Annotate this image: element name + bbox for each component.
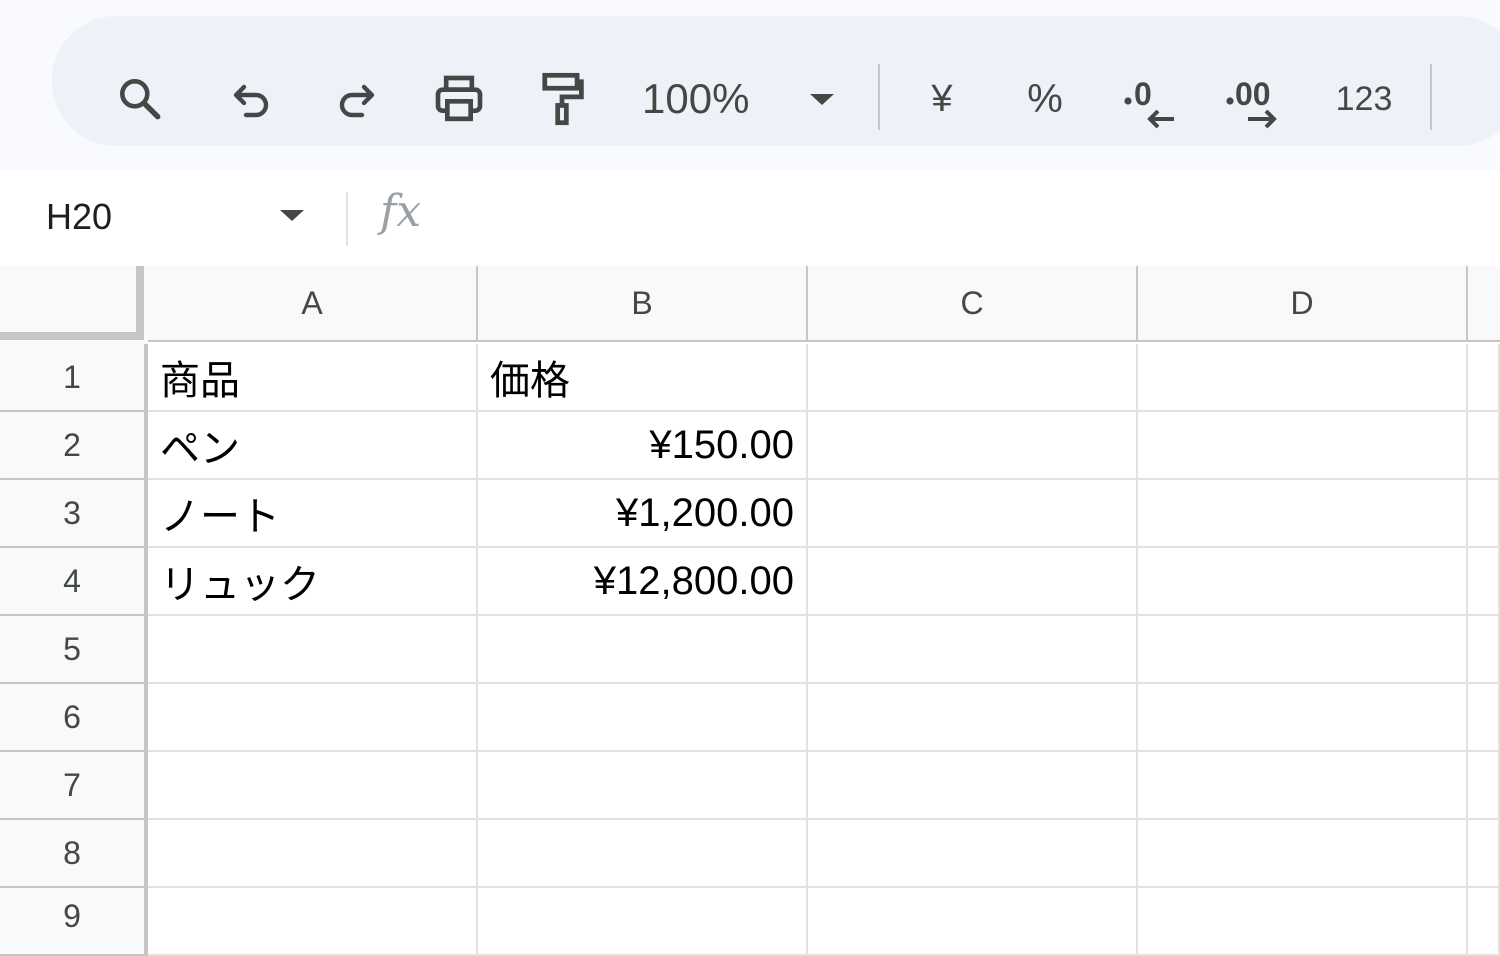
cell-c6[interactable] bbox=[808, 684, 1138, 752]
number-format-label: 123 bbox=[1335, 79, 1393, 118]
cell-a9[interactable] bbox=[148, 888, 478, 956]
column-header-b[interactable]: B bbox=[478, 266, 808, 342]
cell-d5[interactable] bbox=[1138, 616, 1468, 684]
column-header-d[interactable]: D bbox=[1138, 266, 1468, 342]
cell-b8[interactable] bbox=[478, 820, 808, 888]
cell-b9[interactable] bbox=[478, 888, 808, 956]
column-header-e[interactable] bbox=[1468, 266, 1500, 342]
cell-e6[interactable] bbox=[1468, 684, 1500, 752]
main-toolbar: 100% ¥ % 0 00 123 bbox=[52, 16, 1500, 146]
column-header-c[interactable]: C bbox=[808, 266, 1138, 342]
search-icon[interactable] bbox=[112, 66, 168, 132]
cell-c5[interactable] bbox=[808, 616, 1138, 684]
cell-a7[interactable] bbox=[148, 752, 478, 820]
spreadsheet-grid: A B C D 1 2 3 4 5 6 7 8 9 商品 価格 ペン ¥150.00 ノ… bbox=[0, 266, 1500, 956]
fx-icon: fx bbox=[380, 186, 422, 237]
currency-symbol: ¥ bbox=[931, 77, 953, 120]
cell-d8[interactable] bbox=[1138, 820, 1468, 888]
cell-d3[interactable] bbox=[1138, 480, 1468, 548]
cell-c4[interactable] bbox=[808, 548, 1138, 616]
name-box-dropdown-icon[interactable] bbox=[280, 210, 304, 221]
undo-icon[interactable] bbox=[224, 66, 280, 132]
percent-format-button[interactable]: % bbox=[1022, 66, 1068, 132]
increase-decimal-icon[interactable]: 00 bbox=[1224, 66, 1288, 132]
cell-d1[interactable] bbox=[1138, 344, 1468, 412]
row-header-4[interactable]: 4 bbox=[0, 548, 148, 616]
cell-c9[interactable] bbox=[808, 888, 1138, 956]
cell-a5[interactable] bbox=[148, 616, 478, 684]
formula-input[interactable] bbox=[450, 188, 1490, 248]
svg-text:0: 0 bbox=[1134, 76, 1152, 112]
cell-b2[interactable]: ¥150.00 bbox=[478, 412, 808, 480]
cell-d7[interactable] bbox=[1138, 752, 1468, 820]
cell-e5[interactable] bbox=[1468, 616, 1500, 684]
zoom-value: 100% bbox=[642, 75, 750, 122]
cell-d9[interactable] bbox=[1138, 888, 1468, 956]
cell-b5[interactable] bbox=[478, 616, 808, 684]
cell-b3[interactable]: ¥1,200.00 bbox=[478, 480, 808, 548]
select-all-corner[interactable] bbox=[0, 266, 148, 344]
row-header-8[interactable]: 8 bbox=[0, 820, 148, 888]
row-header-1[interactable]: 1 bbox=[0, 344, 148, 412]
cell-b6[interactable] bbox=[478, 684, 808, 752]
row-header-2[interactable]: 2 bbox=[0, 412, 148, 480]
row-header-6[interactable]: 6 bbox=[0, 684, 148, 752]
cell-a6[interactable] bbox=[148, 684, 478, 752]
cell-e8[interactable] bbox=[1468, 820, 1500, 888]
cell-a8[interactable] bbox=[148, 820, 478, 888]
percent-symbol: % bbox=[1027, 76, 1063, 121]
currency-format-button[interactable]: ¥ bbox=[920, 66, 964, 132]
cell-c8[interactable] bbox=[808, 820, 1138, 888]
decrease-decimal-icon[interactable]: 0 bbox=[1120, 66, 1180, 132]
cell-b4[interactable]: ¥12,800.00 bbox=[478, 548, 808, 616]
cell-c3[interactable] bbox=[808, 480, 1138, 548]
cell-e1[interactable] bbox=[1468, 344, 1500, 412]
row-header-3[interactable]: 3 bbox=[0, 480, 148, 548]
print-icon[interactable] bbox=[430, 66, 488, 132]
row-header-9[interactable]: 9 bbox=[0, 888, 148, 956]
formula-bar-divider bbox=[346, 192, 348, 246]
cell-e4[interactable] bbox=[1468, 548, 1500, 616]
cell-a2[interactable]: ペン bbox=[148, 412, 478, 480]
cell-e9[interactable] bbox=[1468, 888, 1500, 956]
name-box-value: H20 bbox=[46, 196, 113, 237]
cell-a4[interactable]: リュック bbox=[148, 548, 478, 616]
cell-a3[interactable]: ノート bbox=[148, 480, 478, 548]
cell-c1[interactable] bbox=[808, 344, 1138, 412]
redo-icon[interactable] bbox=[328, 66, 384, 132]
svg-text:00: 00 bbox=[1235, 76, 1271, 112]
name-box[interactable]: H20 bbox=[0, 188, 330, 248]
cell-e3[interactable] bbox=[1468, 480, 1500, 548]
cell-d4[interactable] bbox=[1138, 548, 1468, 616]
more-formats-button[interactable]: 123 bbox=[1332, 66, 1396, 132]
cell-b1[interactable]: 価格 bbox=[478, 344, 808, 412]
cell-c2[interactable] bbox=[808, 412, 1138, 480]
zoom-dropdown-icon[interactable] bbox=[804, 66, 840, 132]
column-header-a[interactable]: A bbox=[148, 266, 478, 342]
cell-e7[interactable] bbox=[1468, 752, 1500, 820]
cell-e2[interactable] bbox=[1468, 412, 1500, 480]
toolbar-divider bbox=[878, 64, 880, 130]
row-header-7[interactable]: 7 bbox=[0, 752, 148, 820]
zoom-select[interactable]: 100% bbox=[642, 66, 772, 132]
cell-b7[interactable] bbox=[478, 752, 808, 820]
cell-c7[interactable] bbox=[808, 752, 1138, 820]
cell-d2[interactable] bbox=[1138, 412, 1468, 480]
paint-format-icon[interactable] bbox=[534, 66, 590, 132]
cell-d6[interactable] bbox=[1138, 684, 1468, 752]
cell-a1[interactable]: 商品 bbox=[148, 344, 478, 412]
toolbar-divider bbox=[1430, 64, 1432, 130]
row-header-5[interactable]: 5 bbox=[0, 616, 148, 684]
